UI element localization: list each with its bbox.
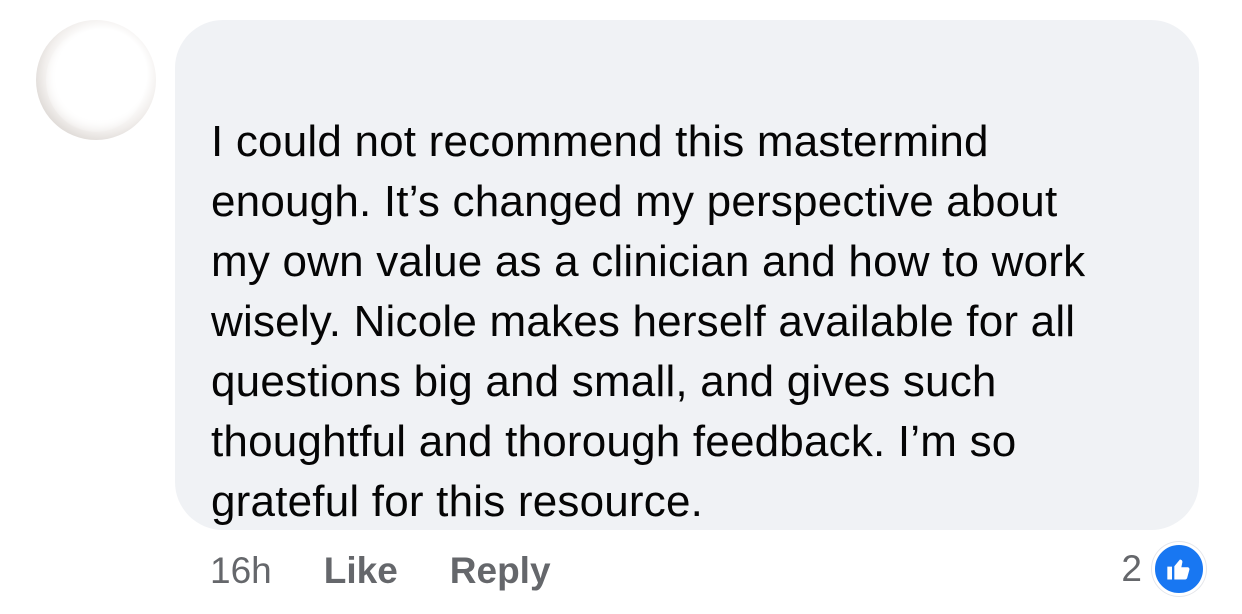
comment-container: I could not recommend this mastermind en… — [0, 0, 1242, 614]
reply-button[interactable]: Reply — [450, 550, 551, 592]
like-button[interactable]: Like — [324, 550, 398, 592]
avatar[interactable] — [36, 20, 156, 140]
comment-actions: 16h Like Reply — [210, 546, 551, 596]
reaction-count: 2 — [1121, 548, 1142, 589]
comment-text: I could not recommend this mastermind en… — [211, 117, 1086, 526]
comment-bubble: I could not recommend this mastermind en… — [175, 20, 1199, 530]
thumbs-up-icon — [1152, 542, 1206, 596]
comment-timestamp[interactable]: 16h — [210, 550, 272, 592]
reactions-summary[interactable]: 2 — [1121, 542, 1206, 596]
